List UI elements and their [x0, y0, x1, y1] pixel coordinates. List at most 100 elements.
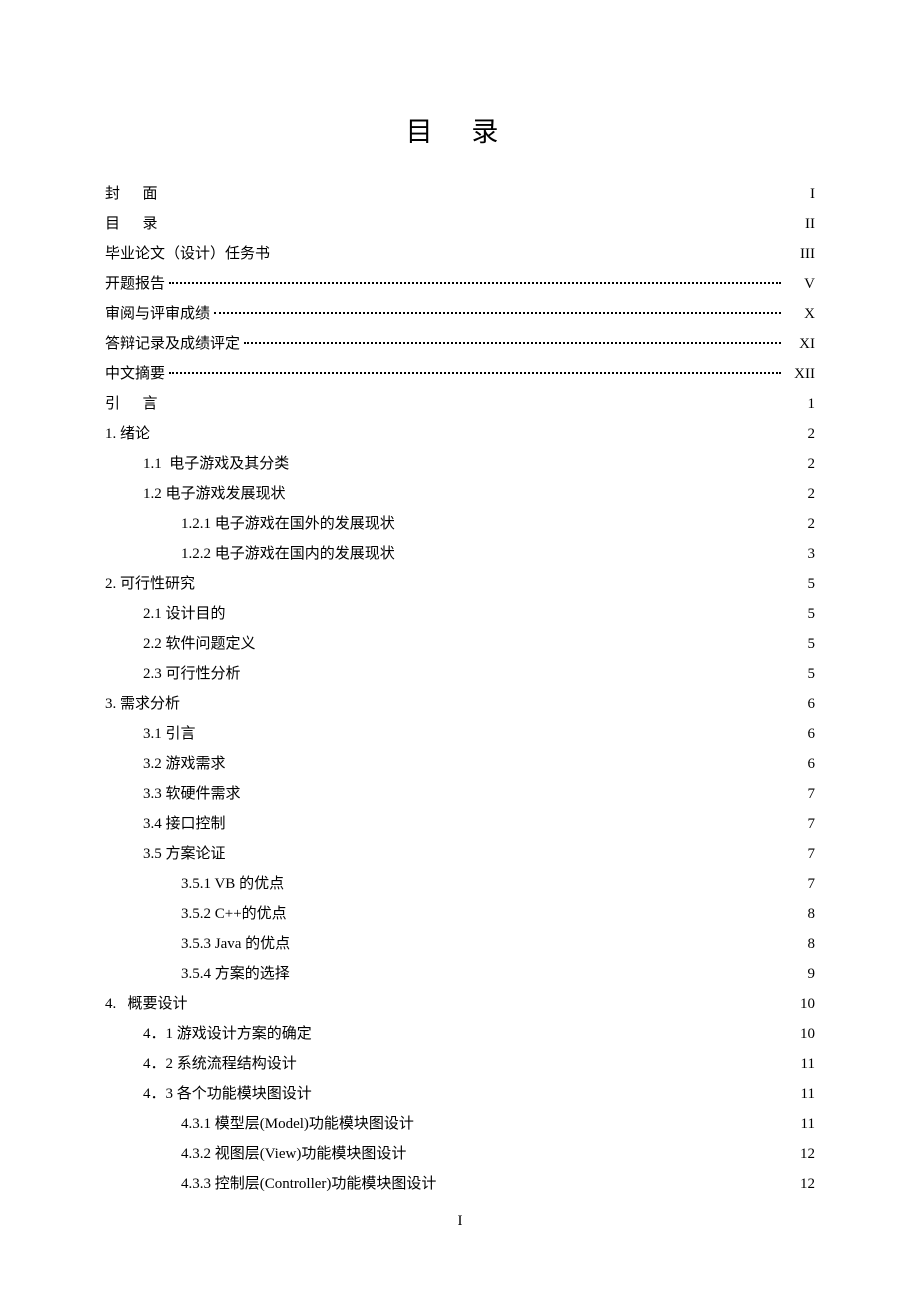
toc-entry-label: 3.5.3 Java 的优点	[181, 929, 290, 959]
toc-entry-label: 2.1 设计目的	[143, 599, 226, 629]
toc-entry-page: 10	[785, 989, 815, 1019]
toc-entry: 4.3.3 控制层(Controller)功能模块图设计12	[105, 1169, 815, 1199]
table-of-contents: 封 面 I 目 录 II毕业论文（设计）任务书III开题报告 V审阅与评审成绩X答辩记录…	[105, 179, 815, 1199]
toc-entry-page: 6	[785, 689, 815, 719]
toc-entry-label: 3.1 引言	[143, 719, 196, 749]
toc-entry-label: 中文摘要	[105, 359, 165, 389]
toc-entry: 3.5.4 方案的选择 9	[105, 959, 815, 989]
toc-entry: 毕业论文（设计）任务书III	[105, 239, 815, 269]
toc-entry: 3.5.1 VB 的优点 7	[105, 869, 815, 899]
toc-entry-label: 4.3.1 模型层(Model)功能模块图设计	[181, 1109, 414, 1139]
toc-entry: 1.2.2 电子游戏在国内的发展现状 3	[105, 539, 815, 569]
toc-entry-label: 1.2 电子游戏发展现状	[143, 479, 286, 509]
toc-entry: 审阅与评审成绩X	[105, 299, 815, 329]
toc-entry-label: 3.4 接口控制	[143, 809, 226, 839]
toc-entry: 4．3 各个功能模块图设计 11	[105, 1079, 815, 1109]
toc-entry-page: 7	[785, 779, 815, 809]
toc-leader-dots	[244, 342, 781, 344]
toc-entry-page: 11	[785, 1109, 815, 1139]
toc-entry: 1.2 电子游戏发展现状2	[105, 479, 815, 509]
toc-entry: 2.1 设计目的 5	[105, 599, 815, 629]
toc-entry-label: 2. 可行性研究	[105, 569, 195, 599]
toc-entry-label: 封 面	[105, 179, 158, 209]
toc-entry-page: 7	[785, 869, 815, 899]
toc-entry-page: V	[785, 269, 815, 299]
toc-entry-page: 5	[785, 629, 815, 659]
toc-entry-label: 2.3 可行性分析	[143, 659, 241, 689]
page-title: 目 录	[105, 110, 815, 149]
toc-entry: 1.2.1 电子游戏在国外的发展现状 2	[105, 509, 815, 539]
toc-entry-page: 12	[785, 1139, 815, 1169]
toc-entry-label: 1.2.1 电子游戏在国外的发展现状	[181, 509, 395, 539]
toc-entry-page: 9	[785, 959, 815, 989]
toc-entry-page: XI	[785, 329, 815, 359]
toc-entry-label: 4．1 游戏设计方案的确定	[143, 1019, 312, 1049]
toc-entry-page: 11	[785, 1049, 815, 1079]
toc-entry-page: 5	[785, 569, 815, 599]
toc-entry-page: 6	[785, 749, 815, 779]
toc-entry: 3. 需求分析 6	[105, 689, 815, 719]
toc-entry: 3.3 软硬件需求 7	[105, 779, 815, 809]
toc-entry-page: 11	[785, 1079, 815, 1109]
toc-entry: 2. 可行性研究 5	[105, 569, 815, 599]
toc-entry-page: 2	[785, 449, 815, 479]
toc-entry-label: 答辩记录及成绩评定	[105, 329, 240, 359]
toc-entry: 引 言1	[105, 389, 815, 419]
toc-entry: 3.4 接口控制 7	[105, 809, 815, 839]
toc-entry: 开题报告 V	[105, 269, 815, 299]
toc-entry: 4．1 游戏设计方案的确定 10	[105, 1019, 815, 1049]
toc-leader-dots	[169, 282, 781, 284]
toc-entry-page: 2	[785, 419, 815, 449]
toc-entry-label: 3.3 软硬件需求	[143, 779, 241, 809]
toc-entry-label: 1.2.2 电子游戏在国内的发展现状	[181, 539, 395, 569]
toc-entry: 1.1 电子游戏及其分类 2	[105, 449, 815, 479]
toc-entry-page: 12	[785, 1169, 815, 1199]
toc-entry-label: 4.3.2 视图层(View)功能模块图设计	[181, 1139, 406, 1169]
toc-entry-page: 3	[785, 539, 815, 569]
toc-entry: 目 录 II	[105, 209, 815, 239]
toc-entry: 4.3.2 视图层(View)功能模块图设计 12	[105, 1139, 815, 1169]
page-footer: I	[0, 1213, 920, 1230]
toc-entry-label: 审阅与评审成绩	[105, 299, 210, 329]
toc-entry-label: 3.5.1 VB 的优点	[181, 869, 284, 899]
toc-entry: 4.3.1 模型层(Model)功能模块图设计 11	[105, 1109, 815, 1139]
toc-entry-page: 5	[785, 659, 815, 689]
toc-entry: 3.1 引言 6	[105, 719, 815, 749]
toc-entry: 3.5.3 Java 的优点8	[105, 929, 815, 959]
toc-entry-label: 目 录	[105, 209, 158, 239]
toc-entry-label: 1. 绪论	[105, 419, 150, 449]
toc-entry-label: 4．2 系统流程结构设计	[143, 1049, 297, 1079]
toc-entry: 4. 概要设计 10	[105, 989, 815, 1019]
toc-entry-page: II	[785, 209, 815, 239]
toc-entry-label: 3.2 游戏需求	[143, 749, 226, 779]
toc-entry-label: 2.2 软件问题定义	[143, 629, 256, 659]
toc-entry-page: 8	[785, 899, 815, 929]
toc-entry-page: 10	[785, 1019, 815, 1049]
toc-entry-label: 毕业论文（设计）任务书	[105, 239, 270, 269]
toc-entry-label: 4．3 各个功能模块图设计	[143, 1079, 312, 1109]
toc-entry-label: 开题报告	[105, 269, 165, 299]
toc-entry: 答辩记录及成绩评定 XI	[105, 329, 815, 359]
toc-entry-label: 3. 需求分析	[105, 689, 180, 719]
toc-entry-label: 4. 概要设计	[105, 989, 188, 1019]
toc-entry: 2.3 可行性分析 5	[105, 659, 815, 689]
toc-entry: 3.5.2 C++的优点 8	[105, 899, 815, 929]
toc-entry-label: 1.1 电子游戏及其分类	[143, 449, 289, 479]
toc-leader-dots	[169, 372, 781, 374]
toc-entry-page: 1	[785, 389, 815, 419]
toc-entry: 3.2 游戏需求 6	[105, 749, 815, 779]
toc-entry: 封 面I	[105, 179, 815, 209]
toc-entry-page: 2	[785, 509, 815, 539]
toc-entry-page: I	[785, 179, 815, 209]
toc-entry: 2.2 软件问题定义 5	[105, 629, 815, 659]
toc-entry-page: 6	[785, 719, 815, 749]
toc-entry-label: 3.5.2 C++的优点	[181, 899, 287, 929]
toc-entry-page: XII	[785, 359, 815, 389]
toc-entry-page: 7	[785, 809, 815, 839]
toc-entry: 1. 绪论 2	[105, 419, 815, 449]
toc-leader-dots	[214, 312, 781, 314]
toc-entry: 3.5 方案论证7	[105, 839, 815, 869]
toc-entry: 中文摘要 XII	[105, 359, 815, 389]
toc-entry-label: 3.5.4 方案的选择	[181, 959, 290, 989]
toc-entry-page: 5	[785, 599, 815, 629]
